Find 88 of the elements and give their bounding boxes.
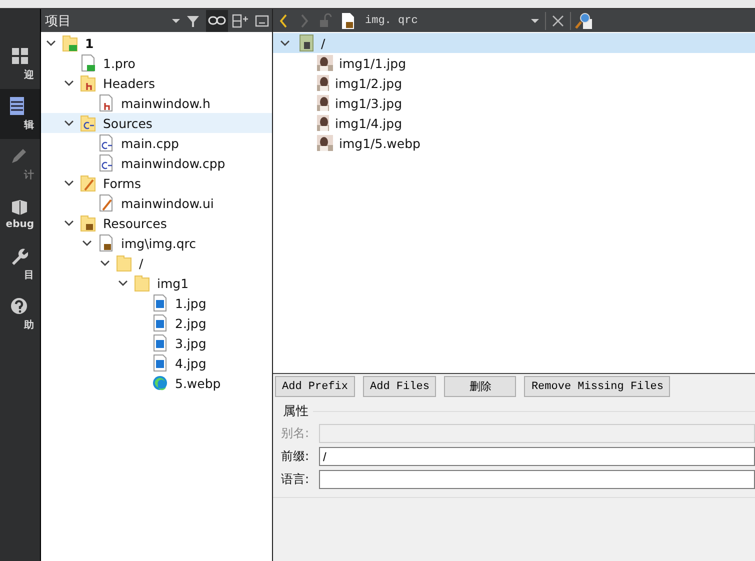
- tree-label: Headers: [103, 76, 156, 90]
- field-label: 别名:: [281, 425, 310, 442]
- file-icon: [80, 54, 96, 72]
- pane-title: 项目: [45, 12, 71, 30]
- mode-button[interactable]: 目: [0, 239, 40, 289]
- tree-label: mainwindow.h: [121, 96, 210, 110]
- image-file-icon: [152, 314, 168, 332]
- tree-item[interactable]: img1: [41, 273, 272, 293]
- prefix-item[interactable]: /: [273, 33, 755, 53]
- file-icon: [98, 134, 114, 152]
- wrench-icon: [10, 246, 28, 264]
- resource-file[interactable]: img1/1.jpg: [273, 53, 755, 73]
- file-icon: [98, 194, 114, 212]
- mode-button[interactable]: 辑: [0, 89, 40, 139]
- tree-label: Forms: [103, 176, 142, 190]
- action-button[interactable]: Add Prefix: [275, 376, 356, 397]
- folder-icon: [80, 174, 96, 192]
- action-button[interactable]: Remove Missing Files: [524, 376, 670, 397]
- tree-item[interactable]: 2.jpg: [41, 313, 272, 333]
- tree-label: img\img.qrc: [121, 236, 196, 250]
- image-file-icon: [152, 294, 168, 312]
- mode-button[interactable]: 助: [0, 289, 40, 339]
- tree-label: 3.jpg: [175, 336, 206, 350]
- tree-item[interactable]: 1: [41, 33, 272, 53]
- tree-label: mainwindow.cpp: [121, 156, 226, 170]
- tree-item[interactable]: mainwindow.h: [41, 93, 272, 113]
- tree-item[interactable]: 1.pro: [41, 53, 272, 73]
- mode-button[interactable]: ebug: [0, 189, 40, 239]
- tree-label: 5.webp: [175, 376, 221, 390]
- tree-item[interactable]: 5.webp: [41, 373, 272, 393]
- tree-item[interactable]: 1.jpg: [41, 293, 272, 313]
- resource-file[interactable]: img1/3.jpg: [273, 93, 755, 113]
- action-button[interactable]: Add Files: [363, 376, 436, 397]
- tree-label: img1: [157, 276, 189, 290]
- prefix-label: /: [321, 36, 326, 50]
- image-file-icon: [152, 354, 168, 372]
- tree-item[interactable]: mainwindow.ui: [41, 193, 272, 213]
- tree-label: 2.jpg: [175, 316, 206, 330]
- tree-item[interactable]: Resources: [41, 213, 272, 233]
- tree-item[interactable]: 4.jpg: [41, 353, 272, 373]
- tree-label: main.cpp: [121, 136, 179, 150]
- tree-label: Sources: [103, 116, 152, 130]
- file-label: img1/4.jpg: [335, 116, 402, 130]
- tree-label: 4.jpg: [175, 356, 206, 370]
- folder-icon: [134, 274, 150, 292]
- folder-icon: [80, 114, 96, 132]
- resource-file[interactable]: img1/5.webp: [273, 133, 755, 153]
- tree-label: 1.jpg: [175, 296, 206, 310]
- folder-icon: [116, 254, 132, 272]
- tree-item[interactable]: main.cpp: [41, 133, 272, 153]
- image-file-icon: [152, 334, 168, 352]
- file-label: img1/1.jpg: [339, 56, 406, 70]
- tree-item[interactable]: /: [41, 253, 272, 273]
- folder-icon: [80, 214, 96, 232]
- tree-label: 1: [85, 36, 94, 50]
- file-icon: [98, 94, 114, 112]
- file-name[interactable]: img. qrc: [365, 14, 418, 26]
- tree-item[interactable]: Sources: [41, 113, 272, 133]
- file-icon: [98, 234, 114, 252]
- tree-item[interactable]: mainwindow.cpp: [41, 153, 272, 173]
- grid-icon: [10, 46, 28, 64]
- field-label: 语言:: [281, 471, 310, 488]
- link-icon[interactable]: [206, 10, 228, 32]
- mode-button[interactable]: 迎: [0, 39, 40, 89]
- folder-icon: [62, 34, 78, 52]
- input-field[interactable]: /: [319, 447, 755, 466]
- file-label: img1/5.webp: [339, 136, 420, 150]
- tree-item[interactable]: Headers: [41, 73, 272, 93]
- input-field[interactable]: [319, 470, 755, 489]
- file-icon: [98, 154, 114, 172]
- tree-label: /: [139, 256, 144, 270]
- file-label: img1/2.jpg: [335, 76, 402, 90]
- pencil-icon: [10, 146, 28, 164]
- globe-icon: [152, 374, 168, 392]
- help-icon: [10, 296, 28, 314]
- tree-label: mainwindow.ui: [121, 196, 214, 210]
- tree-item[interactable]: Forms: [41, 173, 272, 193]
- field-label: 前缀:: [281, 448, 310, 465]
- resource-file[interactable]: img1/2.jpg: [273, 73, 755, 93]
- action-button[interactable]: 删除: [444, 376, 516, 397]
- group-title: 属性: [283, 403, 309, 420]
- tree-label: Resources: [103, 216, 167, 230]
- tree-item[interactable]: img\img.qrc: [41, 233, 272, 253]
- tree-label: 1.pro: [103, 56, 136, 70]
- folder-icon: [80, 74, 96, 92]
- tree-item[interactable]: 3.jpg: [41, 333, 272, 353]
- resource-file[interactable]: img1/4.jpg: [273, 113, 755, 133]
- file-label: img1/3.jpg: [335, 96, 402, 110]
